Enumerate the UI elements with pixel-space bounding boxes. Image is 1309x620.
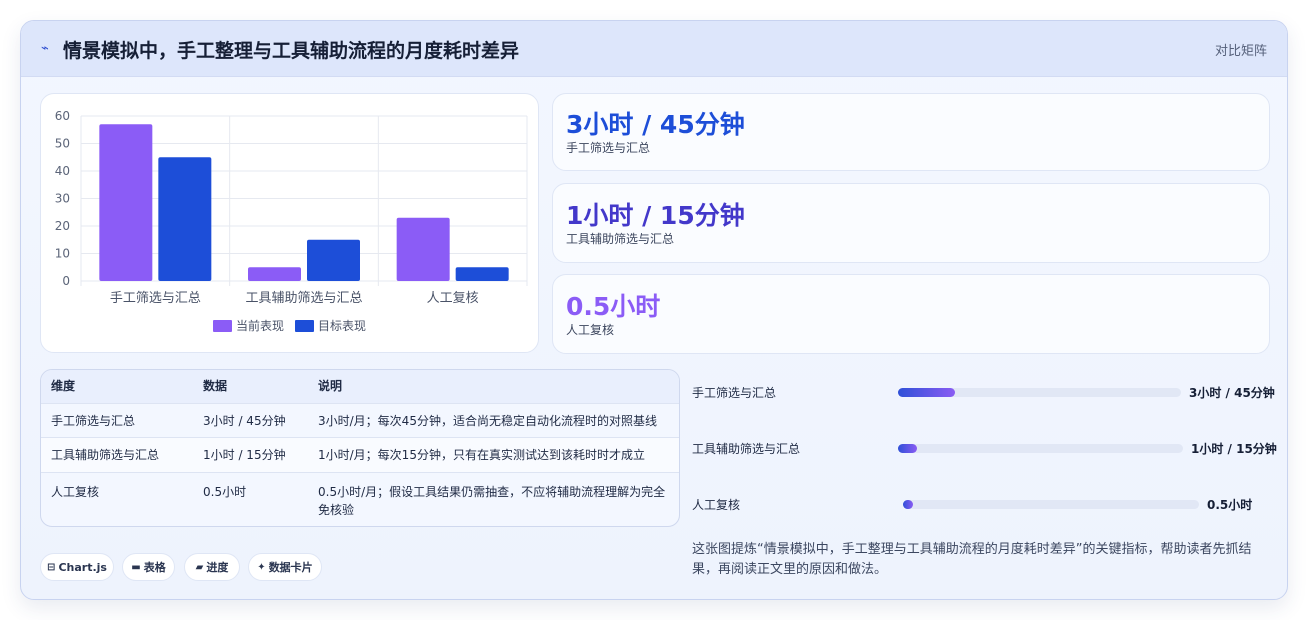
x-tick-label: 人工复核 [427,291,479,306]
table-icon: ▬ [131,561,141,573]
trend-icon: ⌁ [41,41,49,56]
progress-fill [898,444,918,453]
panel-header: ⌁ 情景模拟中，手工整理与工具辅助流程的月度耗时差异 对比矩阵 [21,21,1287,77]
table-cell: 3小时 / 45分钟 [203,414,286,428]
bar-chart-card: 0 10 20 30 40 50 60 手工筛选与汇总 工具辅助筛选与汇总 人工复核当前表现 目标表… [40,93,539,353]
bar [248,267,301,281]
stat-label: 工具辅助筛选与汇总 [566,232,675,246]
bar [307,239,360,281]
column-header: 维度 [51,379,76,393]
bar-chart: 0 10 20 30 40 50 60 手工筛选与汇总 工具辅助筛选与汇总 人工复核当前表现 目标表… [55,109,528,333]
x-tick-label: 工具辅助筛选与汇总 [245,291,362,306]
progress-bar [898,388,1181,397]
y-tick-label: 10 [55,247,70,261]
stat-card-review: 0.5小时 人工复核 [552,274,1270,354]
y-tick-label: 30 [55,192,70,206]
y-tick-label: 50 [55,137,70,151]
y-tick-label: 20 [55,219,70,233]
progress-value: 0.5小时 [1207,498,1253,512]
chart-icon: ⊟ [47,561,56,573]
progress-fill [898,388,955,397]
table-header-row: 维度 数据 说明 [41,370,679,403]
table-cell: 3小时/月；每次45分钟，适合尚无稳定自动化流程时的对照基线 [318,414,657,428]
table-cell: 1小时/月；每次15分钟，只有在真实测试达到该耗时时才成立 [318,448,645,462]
table-cell: 人工复核 [51,485,100,499]
progress-label: 工具辅助筛选与汇总 [692,442,801,456]
data-table: 维度 数据 说明 手工筛选与汇总 3小时 / 45分钟 3小时/月；每次45分钟… [40,369,680,527]
table-row: 工具辅助筛选与汇总 1小时 / 15分钟 1小时/月；每次15分钟，只有在真实测… [41,437,679,472]
stat-label: 人工复核 [566,323,615,337]
table-cell: 0.5小时 [203,485,247,499]
stat-label: 手工筛选与汇总 [566,141,651,155]
chip-table[interactable]: ▬ 表格 [122,553,175,581]
column-header: 说明 [318,379,343,393]
stat-card-manual: 3小时 / 45分钟 手工筛选与汇总 [552,93,1270,171]
comparison-panel: ⌁ 情景模拟中，手工整理与工具辅助流程的月度耗时差异 对比矩阵 0 10 20 30 4… [20,20,1288,600]
table-cell: 工具辅助筛选与汇总 [51,448,160,462]
chip-label: 数据卡片 [268,561,313,574]
column-header: 数据 [203,379,228,393]
chip-data-card[interactable]: ✦ 数据卡片 [248,553,322,581]
stat-value: 1小时 / 15分钟 [566,201,745,230]
panel-title: 情景模拟中，手工整理与工具辅助流程的月度耗时差异 [63,40,520,62]
table-cell: 1小时 / 15分钟 [203,448,286,462]
progress-fill [903,500,913,509]
y-tick-label: 0 [62,274,70,288]
legend-label: 当前表现 [236,318,284,333]
chip-label: 表格 [143,561,166,574]
progress-value: 3小时 / 45分钟 [1189,386,1275,400]
table-row: 手工筛选与汇总 3小时 / 45分钟 3小时/月；每次45分钟，适合尚无稳定自动… [41,403,679,437]
bar [158,157,212,281]
chip-label: Chart.js [58,560,107,574]
table-cell: 免核验 [318,503,355,517]
chip-progress[interactable]: ▰ 进度 [184,553,240,581]
summary-text: 这张图提炼“情景模拟中，手工整理与工具辅助流程的月度耗时差异”的关键指标，帮助读… [692,542,1252,577]
legend-swatch [295,320,314,332]
chip-label: 进度 [206,561,229,574]
progress-label: 手工筛选与汇总 [692,386,777,400]
progress-label: 人工复核 [692,498,741,512]
progress-icon: ▰ [195,561,204,573]
bar [455,267,509,281]
y-tick-label: 60 [55,109,70,123]
x-tick-label: 手工筛选与汇总 [110,291,201,306]
table-cell: 手工筛选与汇总 [51,414,136,428]
bar [396,217,450,281]
chip-chartjs[interactable]: ⊟ Chart.js [40,553,114,581]
sparkle-icon: ✦ [257,561,266,573]
legend-label: 目标表现 [318,319,366,333]
table-cell: 0.5小时/月；假设工具结果仍需抽查，不应将辅助流程理解为完全 [318,485,666,499]
progress-value: 1小时 / 15分钟 [1191,442,1277,456]
bar [99,124,153,281]
panel-tag: 对比矩阵 [1214,44,1267,59]
y-tick-label: 40 [55,164,70,178]
stat-value: 0.5小时 [566,292,661,321]
stat-card-tool: 1小时 / 15分钟 工具辅助筛选与汇总 [552,183,1270,263]
table-row: 人工复核 0.5小时 0.5小时/月；假设工具结果仍需抽查，不应将辅助流程理解为… [41,472,679,526]
legend-swatch [213,320,232,332]
progress-bar [903,500,1199,509]
stat-value: 3小时 / 45分钟 [566,110,745,139]
progress-bar [898,444,1183,453]
